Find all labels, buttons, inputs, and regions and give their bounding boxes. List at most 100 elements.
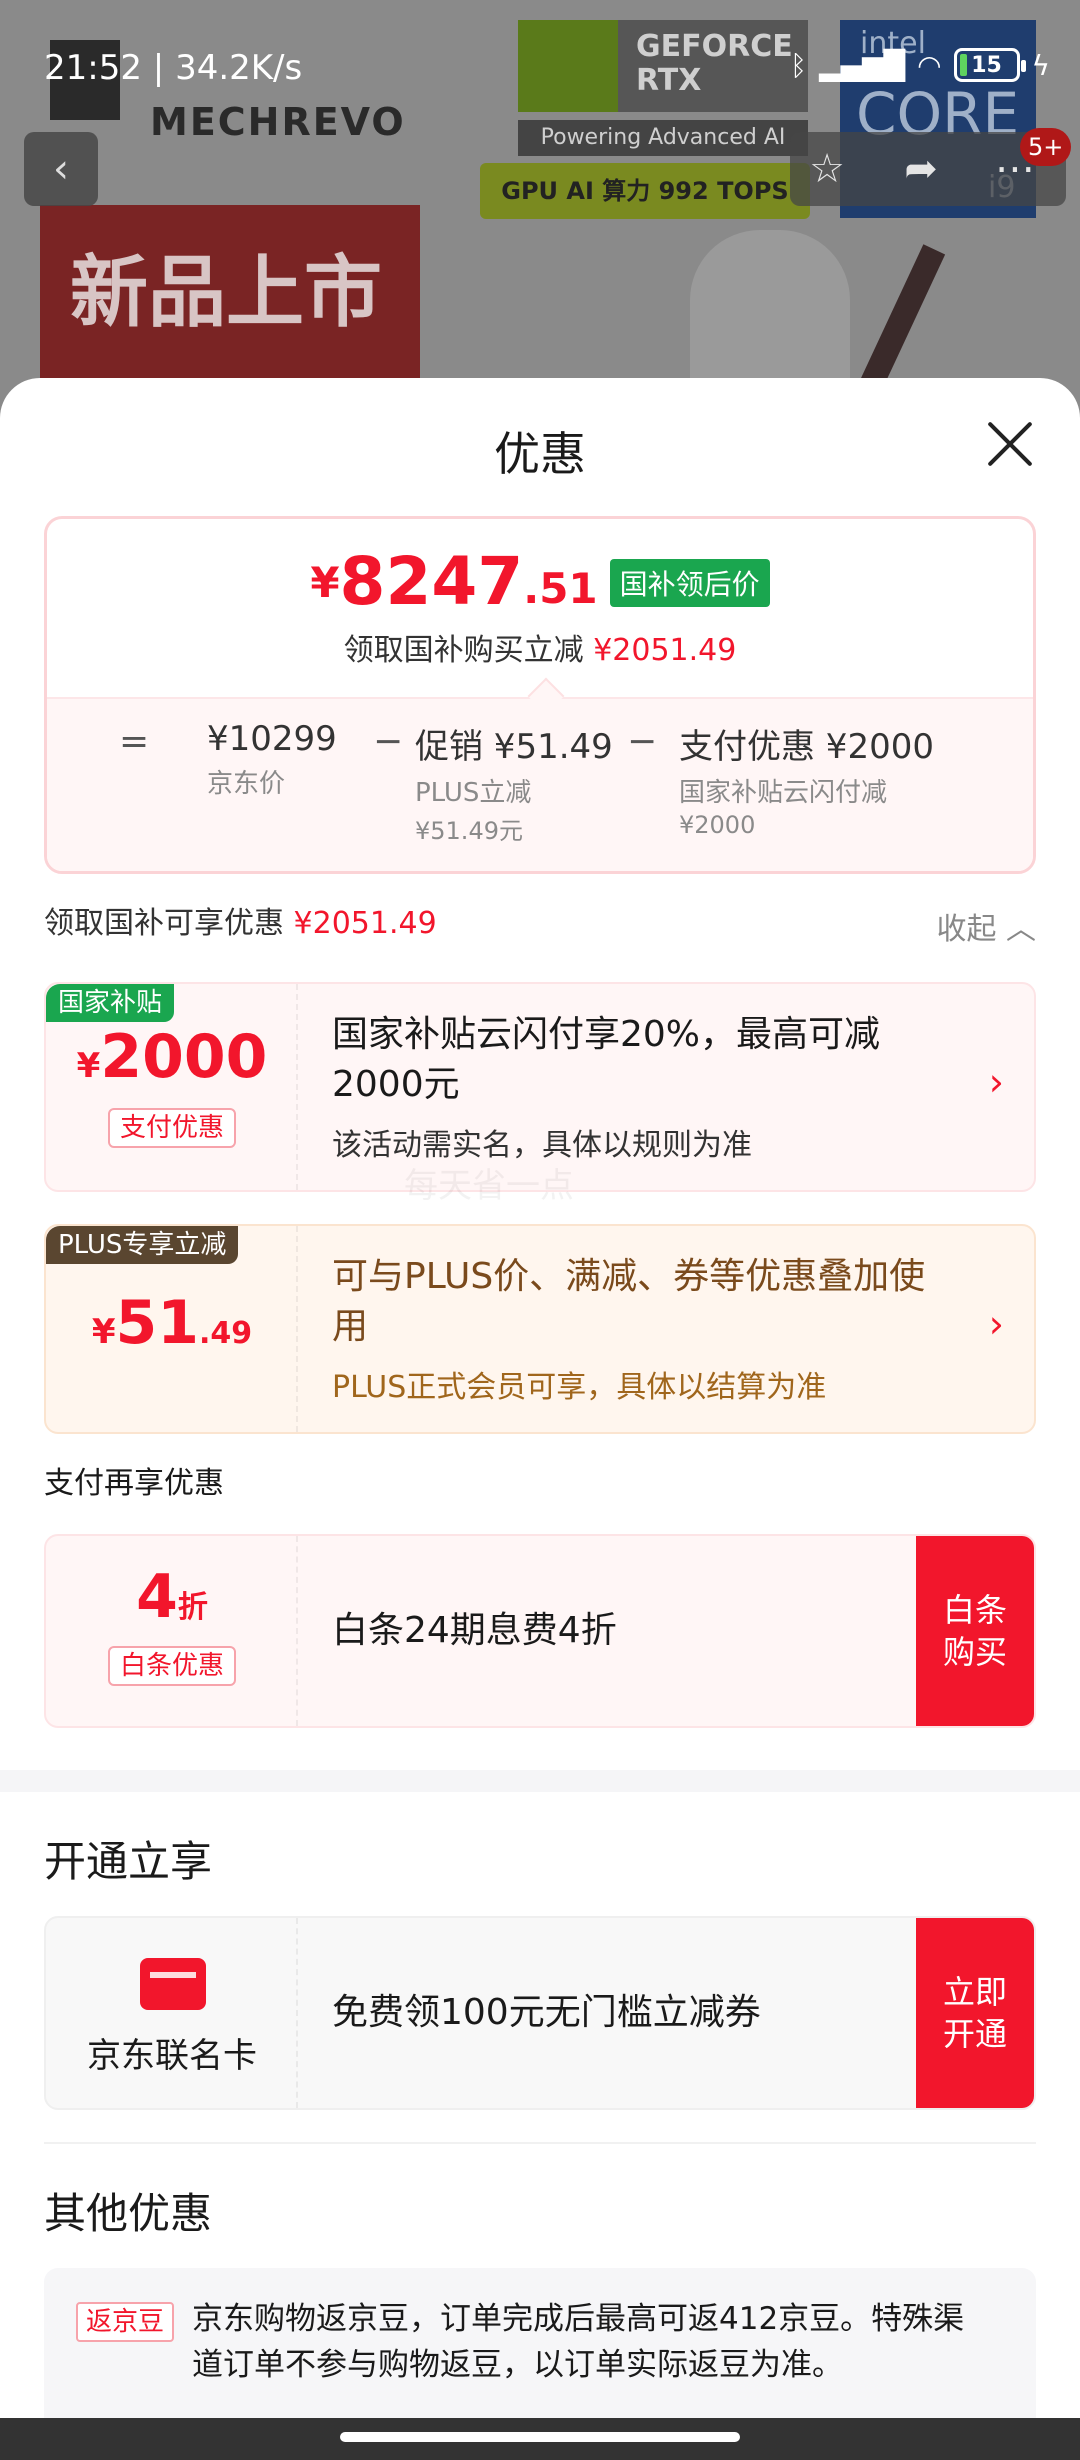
button-label: 白条 购买	[943, 1589, 1007, 1673]
pay-again-heading: 支付再享优惠	[44, 1466, 224, 1501]
coupon-amount-panel: PLUS专享立减 ¥51.49	[46, 1226, 298, 1432]
coupon-title: 免费领100元无门槛立减券	[332, 1992, 761, 2033]
new-launch-text: 新品上市	[70, 247, 383, 338]
price-summary: ¥ 8247 .51 国补领后价 领取国补购买立减 ¥2051.49	[47, 519, 1033, 697]
open-section-heading: 开通立享	[44, 1837, 213, 1886]
status-separator: |	[152, 48, 176, 88]
coupon-jd-card: 京东联名卡 免费领100元无门槛立减券 立即 开通	[44, 1916, 1036, 2110]
breakdown-sublabel: ¥51.49元	[415, 817, 523, 845]
chevron-up-icon: ︿	[1006, 912, 1036, 947]
open-card-button[interactable]: 立即 开通	[916, 1918, 1034, 2108]
claim-text: 领取国补可享优惠	[44, 906, 284, 941]
watermark: 每天省一点	[404, 1166, 574, 1206]
close-icon[interactable]	[980, 414, 1040, 474]
home-indicator-bar	[0, 2418, 1080, 2460]
net-speed: 34.2K/s	[175, 48, 303, 88]
discount-sheet: 优惠 ¥ 8247 .51 国补领后价 领取国补购买立减 ¥2051.49 = …	[0, 378, 1080, 2418]
coupon-tag: PLUS专享立减	[46, 1226, 239, 1264]
equals-sign: =	[119, 721, 150, 762]
amount-symbol: ¥	[91, 1312, 116, 1352]
coupon-title-line2: 2000元	[332, 1064, 460, 1105]
chevron-right-icon: ›	[988, 1302, 1004, 1346]
coupon-title: 可与PLUS价、满减、券等优惠叠加使 用	[332, 1252, 925, 1352]
price-row: ¥ 8247 .51 国补领后价	[47, 549, 1033, 615]
coupon-baitiao: 4折 白条优惠 白条24期息费4折 白条 购买	[44, 1534, 1036, 1728]
amount-decimal: .49	[199, 1316, 253, 1351]
coupon-amount-panel: 国家补贴 ¥2000 支付优惠	[46, 984, 298, 1190]
card-panel: 京东联名卡	[46, 1918, 298, 2108]
breakdown-label: 国家补贴云闪付减	[679, 778, 888, 808]
breakdown-label: PLUS立减	[415, 778, 532, 808]
other-section-heading: 其他优惠	[44, 2189, 213, 2238]
price-integer: 8247	[339, 543, 524, 620]
coupon-chip: 支付优惠	[108, 1108, 237, 1148]
baitiao-buy-button[interactable]: 白条 购买	[916, 1536, 1034, 1726]
coupon-amount: ¥51.49	[46, 1288, 298, 1358]
jd-bean-text: 京东购物返京豆，订单完成后最高可返412京豆。特殊渠道订单不参与购物返豆，以订单…	[192, 2301, 965, 2383]
claim-subsidy-line: 领取国补可享优惠 ¥2051.49	[44, 898, 437, 942]
robot-figure-image	[690, 230, 850, 400]
jd-bean-card: 返京豆 京东购物返京豆，订单完成后最高可返412京豆。特殊渠道订单不参与购物返豆…	[44, 2268, 1036, 2418]
chevron-right-icon: ›	[988, 1060, 1004, 1104]
coupon-amount: 4折	[46, 1562, 298, 1632]
coupon-amount-panel: 4折 白条优惠	[46, 1536, 298, 1726]
breakdown-promo: 促销 ¥51.49 PLUS立减 ¥51.49元	[415, 719, 613, 846]
credit-card-icon	[140, 1958, 206, 2010]
price-decimal: .51	[523, 564, 598, 613]
amount-unit: 折	[177, 1590, 208, 1625]
coupon-amount: ¥2000	[46, 1022, 298, 1092]
coupon-plus[interactable]: PLUS专享立减 ¥51.49 可与PLUS价、满减、券等优惠叠加使 用 PLU…	[44, 1224, 1036, 1434]
coupon-desc: PLUS正式会员可享，具体以结算为准	[332, 1370, 827, 1405]
coupon-chip: 白条优惠	[108, 1646, 237, 1686]
collapse-button[interactable]: 收起 ︿	[936, 904, 1036, 948]
status-time: 21:52 | 34.2K/s	[44, 48, 302, 88]
button-line1: 立即	[942, 1973, 1007, 2011]
coupon-title-line2: 用	[332, 1306, 369, 1347]
favorite-star-icon[interactable]: ☆	[800, 142, 854, 196]
breakdown-payment: 支付优惠 ¥2000 国家补贴云闪付减 ¥2000	[679, 719, 934, 839]
price-breakdown: = ¥10299 京东价 − 促销 ¥51.49 PLUS立减 ¥51.49元 …	[47, 697, 1033, 871]
back-button[interactable]: ‹	[24, 132, 98, 206]
button-line2: 购买	[942, 1633, 1007, 1671]
home-indicator[interactable]	[340, 2432, 740, 2442]
coupon-title-line1: 国家补贴云闪付享20%，最高可减	[332, 1014, 881, 1055]
minus-sign: −	[373, 721, 404, 762]
bluetooth-icon: ᛒ	[790, 48, 807, 82]
powering-banner: Powering Advanced AI	[518, 120, 808, 156]
minus-sign: −	[627, 721, 658, 762]
breakdown-sublabel: ¥2000	[679, 811, 756, 839]
battery-icon: 15	[953, 48, 1026, 82]
divider	[44, 2142, 1036, 2144]
gpu-ai-banner: GPU AI 算力 992 TOPS	[480, 163, 810, 219]
claim-amount: ¥2051.49	[293, 906, 437, 941]
coupon-title: 国家补贴云闪付享20%，最高可减 2000元	[332, 1010, 880, 1110]
battery-level	[959, 54, 968, 76]
charging-icon: ϟ	[1031, 48, 1050, 82]
price-subtitle: 领取国补购买立减 ¥2051.49	[47, 625, 1033, 669]
share-icon[interactable]: ➦	[894, 142, 948, 196]
subtitle-amount: ¥2051.49	[593, 633, 737, 668]
breakdown-label: 京东价	[207, 769, 286, 799]
jd-card-label: 京东联名卡	[87, 2036, 257, 2076]
jd-bean-tag: 返京豆	[76, 2302, 175, 2342]
price-card: ¥ 8247 .51 国补领后价 领取国补购买立减 ¥2051.49 = ¥10…	[44, 516, 1036, 874]
section-divider	[0, 1770, 1080, 1792]
sheet-title: 优惠	[494, 427, 586, 481]
battery-level-text: 15	[971, 52, 1002, 78]
amount-integer: 2000	[100, 1022, 268, 1092]
breakdown-value: 支付优惠 ¥2000	[679, 727, 934, 767]
clock: 21:52	[44, 48, 142, 88]
wifi-icon: ◠	[917, 48, 942, 82]
signal-icon: ▂▄▆█	[818, 48, 906, 82]
button-line1: 白条	[942, 1591, 1007, 1629]
amount-integer: 51	[115, 1288, 200, 1358]
subtitle-prefix: 领取国补购买立减	[343, 633, 584, 668]
notification-badge: 5+	[1020, 128, 1072, 166]
amount-integer: 4	[136, 1562, 178, 1632]
price-tag-badge: 国补领后价	[609, 559, 770, 607]
status-icons: ᛒ ▂▄▆█ ◠ 15 ϟ	[790, 48, 1050, 82]
breakdown-value: ¥10299	[207, 719, 337, 759]
final-price: ¥ 8247 .51	[310, 549, 597, 615]
coupon-title-line1: 可与PLUS价、满减、券等优惠叠加使	[332, 1256, 926, 1297]
coupon-title: 白条24期息费4折	[332, 1610, 617, 1651]
